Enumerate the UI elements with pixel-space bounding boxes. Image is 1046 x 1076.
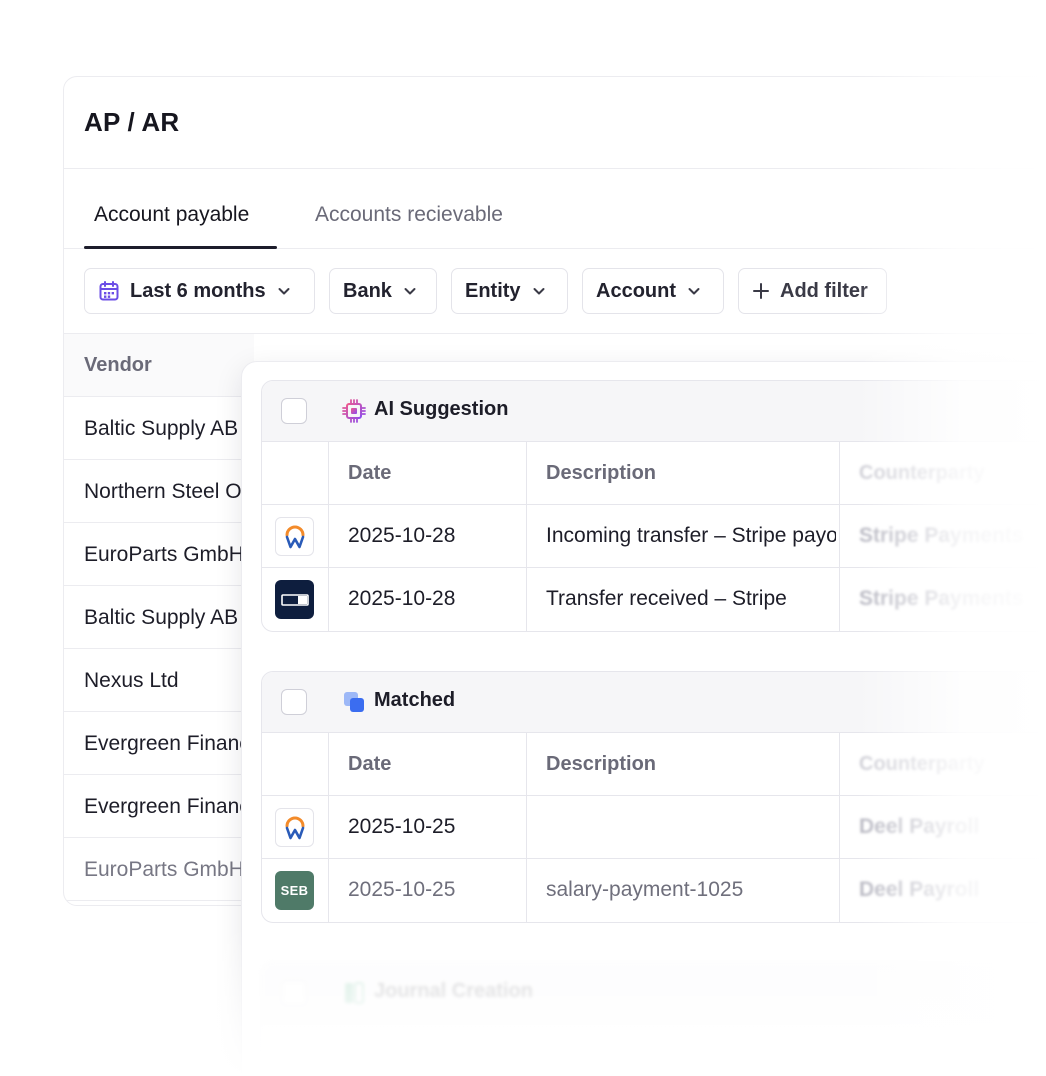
tab-bar: Account payable Accounts recievable: [64, 169, 1046, 249]
section-title: Matched: [374, 689, 456, 711]
workday-logo-icon: [275, 517, 314, 556]
row-counterparty: Stripe Payments: [859, 587, 1024, 610]
section-header: AI Suggestion: [262, 381, 1046, 442]
column-divider: [328, 442, 329, 504]
account-filter[interactable]: Account: [582, 268, 724, 314]
table-row[interactable]: 2025-10-25 Deel Payroll: [262, 796, 1046, 859]
table-row[interactable]: Evergreen Finance: [64, 712, 254, 775]
journal-creation-section: Journal Creation: [261, 962, 1046, 1076]
column-divider: [526, 505, 527, 567]
row-description: Incoming transfer – Stripe payout: [546, 524, 836, 547]
section-title: AI Suggestion: [374, 398, 509, 420]
row-counterparty: Deel Payroll: [859, 815, 980, 838]
account-filter-label: Account: [596, 279, 676, 302]
page-title: AP / AR: [84, 107, 180, 137]
chevron-down-icon: [278, 288, 290, 295]
column-divider: [526, 859, 527, 922]
column-headers: Date Description Counterparty: [262, 733, 1046, 796]
column-divider: [839, 568, 840, 631]
table-row[interactable]: Baltic Supply AB: [64, 586, 254, 649]
active-tab-indicator: [84, 246, 277, 249]
bank-filter[interactable]: Bank: [329, 268, 437, 314]
column-divider: [328, 859, 329, 922]
counterparty-column-header[interactable]: Counterparty: [859, 753, 985, 776]
table-row[interactable]: EuroParts GmbH: [64, 523, 254, 586]
select-all-checkbox[interactable]: [281, 689, 307, 715]
column-divider: [839, 733, 840, 795]
row-date: 2025-10-28: [348, 587, 456, 610]
column-divider: [526, 568, 527, 631]
tab-accounts-receivable[interactable]: Accounts recievable: [315, 203, 503, 227]
bank-card-logo-icon: [275, 580, 314, 619]
tab-account-payable[interactable]: Account payable: [94, 203, 249, 227]
table-row[interactable]: 2025-10-28 Transfer received – Stripe St…: [262, 568, 1046, 631]
column-divider: [526, 796, 527, 858]
row-description: salary-payment-1025: [546, 878, 744, 901]
table-row[interactable]: Nexus Ltd: [64, 649, 254, 712]
column-divider: [328, 796, 329, 858]
row-date: 2025-10-25: [348, 878, 456, 901]
calendar-icon: [99, 281, 119, 301]
row-counterparty: Stripe Payments: [859, 524, 1024, 547]
select-all-checkbox[interactable]: [281, 398, 307, 424]
row-description: Transfer received – Stripe: [546, 587, 787, 610]
column-divider: [839, 442, 840, 504]
ai-suggestion-section: AI Suggestion Date Description Counterpa…: [261, 380, 1046, 632]
ai-chip-icon: [342, 399, 366, 423]
add-filter-button[interactable]: Add filter: [738, 268, 887, 314]
plus-icon: [753, 283, 769, 299]
counterparty-column-header[interactable]: Counterparty: [859, 462, 985, 485]
table-row[interactable]: Baltic Supply AB: [64, 397, 254, 460]
chevron-down-icon: [533, 288, 545, 295]
description-column-header[interactable]: Description: [546, 753, 656, 776]
entity-filter[interactable]: Entity: [451, 268, 568, 314]
table-row[interactable]: Evergreen Finance: [64, 775, 254, 838]
matched-section: Matched Date Description Counterparty 20…: [261, 671, 1046, 923]
matched-copy-icon: [344, 692, 364, 712]
row-date: 2025-10-28: [348, 524, 456, 547]
column-divider: [839, 505, 840, 567]
section-title: Journal Creation: [374, 980, 533, 1002]
column-divider: [839, 859, 840, 922]
table-row[interactable]: SEB 2025-10-25 salary-payment-1025 Deel …: [262, 859, 1046, 922]
date-column-header[interactable]: Date: [348, 462, 391, 485]
description-column-header[interactable]: Description: [546, 462, 656, 485]
journal-icon: [345, 982, 364, 1004]
seb-logo-icon: SEB: [275, 871, 314, 910]
date-column-header[interactable]: Date: [348, 753, 391, 776]
column-divider: [328, 505, 329, 567]
section-header: Journal Creation: [262, 963, 1046, 1024]
row-counterparty: Deel Payroll: [859, 878, 980, 901]
date-range-label: Last 6 months: [130, 279, 266, 302]
column-divider: [328, 733, 329, 795]
column-divider: [526, 733, 527, 795]
bank-filter-label: Bank: [343, 279, 392, 302]
chevron-down-icon: [688, 288, 700, 295]
column-divider: [839, 796, 840, 858]
row-date: 2025-10-25: [348, 815, 456, 838]
date-range-filter[interactable]: Last 6 months: [84, 268, 315, 314]
column-headers: Date Description Counterparty: [262, 442, 1046, 505]
table-row[interactable]: 2025-10-28 Incoming transfer – Stripe pa…: [262, 505, 1046, 568]
workday-logo-icon: [275, 808, 314, 847]
section-header: Matched: [262, 672, 1046, 733]
vendor-column-header: Vendor: [64, 334, 254, 397]
table-row[interactable]: EuroParts GmbH: [64, 838, 254, 901]
table-row[interactable]: Northern Steel Oy: [64, 460, 254, 523]
reconciliation-panel: AI Suggestion Date Description Counterpa…: [241, 361, 1046, 1076]
select-all-checkbox[interactable]: [281, 980, 307, 1006]
column-divider: [328, 568, 329, 631]
chevron-down-icon: [404, 288, 416, 295]
vendor-table: Vendor Baltic Supply AB Northern Steel O…: [64, 334, 254, 901]
column-divider: [526, 442, 527, 504]
add-filter-label: Add filter: [780, 279, 868, 302]
entity-filter-label: Entity: [465, 279, 521, 302]
